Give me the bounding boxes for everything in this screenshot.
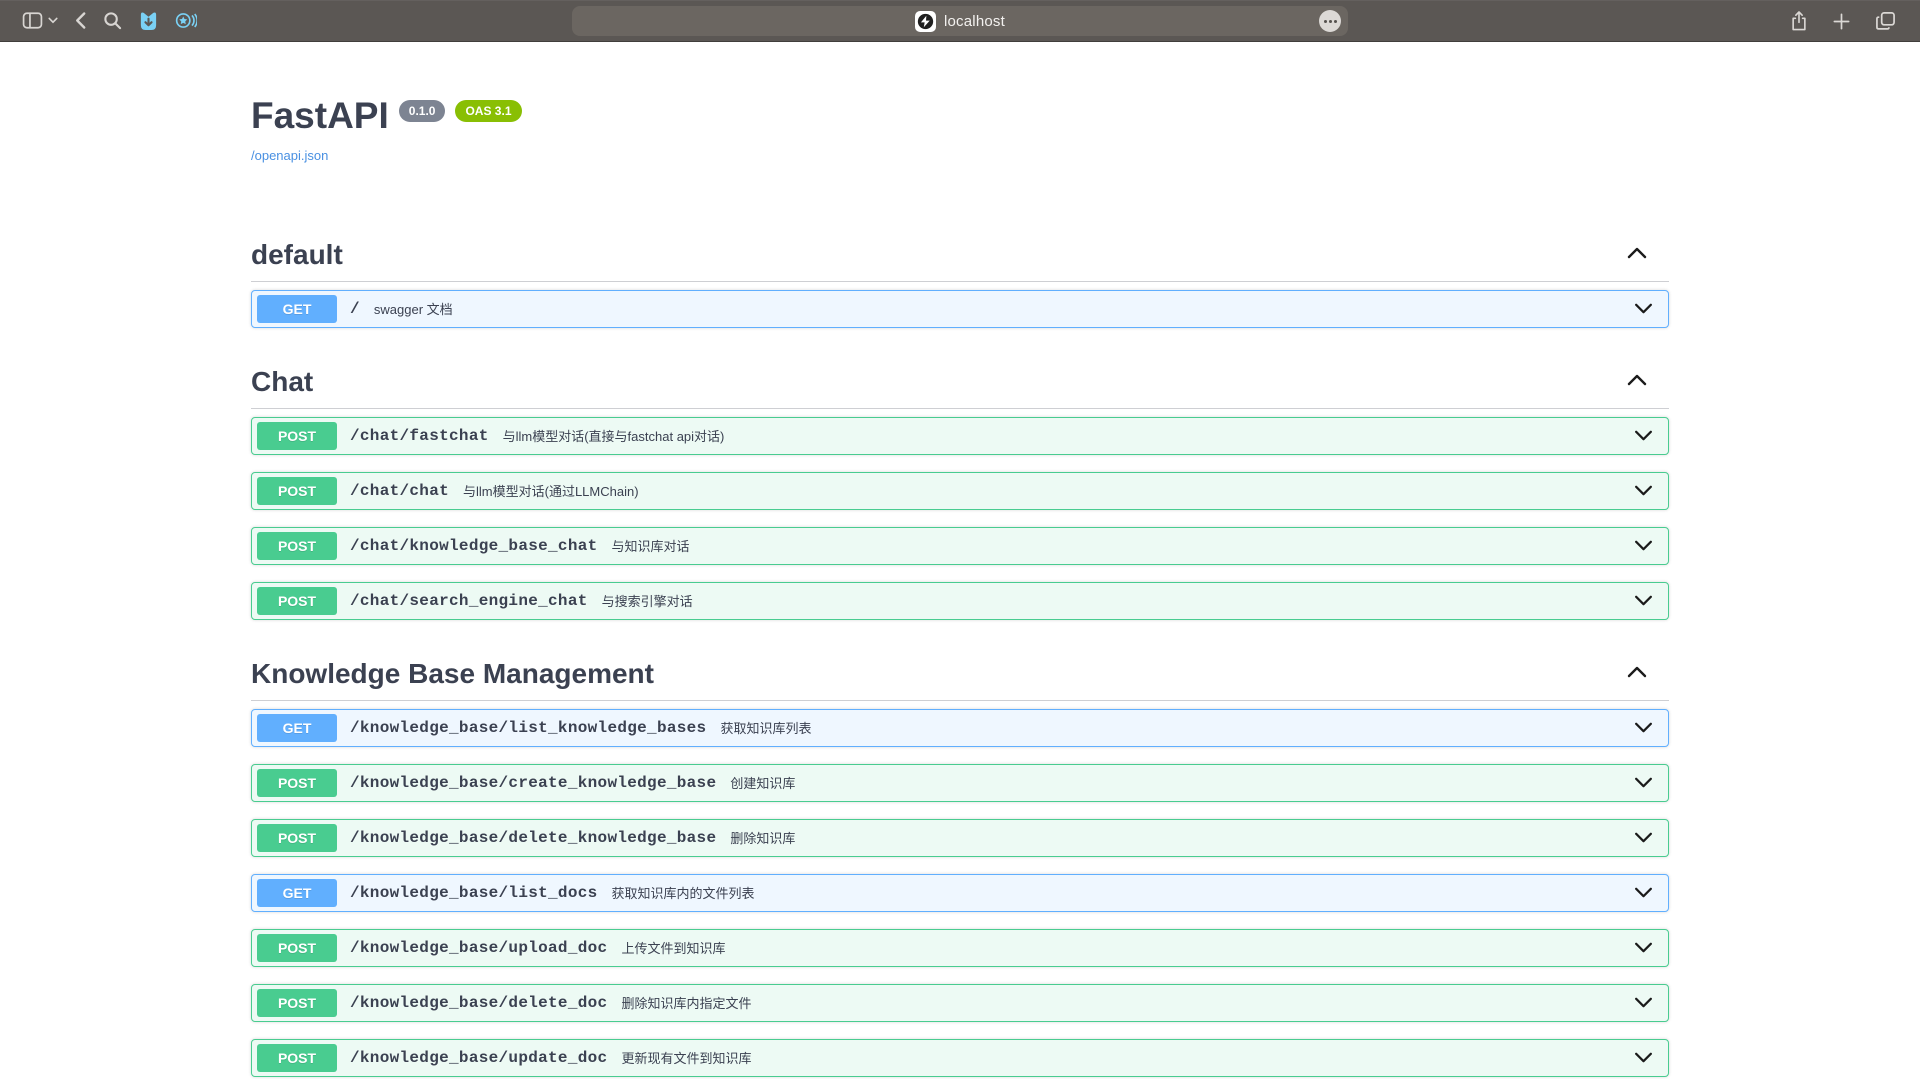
endpoint-row[interactable]: GET /knowledge_base/list_knowledge_bases… [251,709,1669,747]
endpoint-description: 获取知识库内的文件列表 [612,883,755,902]
api-sections: default GET / swagger 文档 Chat [251,221,1669,1079]
tag-header[interactable]: Knowledge Base Management [251,650,1669,701]
endpoint-description: 与llm模型对话(直接与fastchat api对话) [503,426,725,445]
endpoint-path: /knowledge_base/list_docs [350,884,598,902]
endpoint-path: /chat/chat [350,482,449,500]
endpoint-description: 删除知识库内指定文件 [621,993,751,1012]
chevron-up-icon[interactable] [1627,373,1647,391]
tag-section: Chat POST /chat/fastchat 与llm模型对话(直接与fas… [251,348,1669,620]
tag-header[interactable]: Chat [251,358,1669,409]
endpoint-description: 与知识库对话 [612,536,690,555]
endpoint-row[interactable]: GET / swagger 文档 [251,290,1669,328]
chevron-up-icon[interactable] [1627,665,1647,683]
endpoint-row[interactable]: POST /chat/knowledge_base_chat 与知识库对话 [251,527,1669,565]
method-badge: POST [257,769,337,797]
method-badge: POST [257,934,337,962]
bookmark-extension-icon[interactable] [138,11,159,31]
chevron-down-icon[interactable] [1634,722,1653,733]
chevron-down-icon[interactable] [1634,540,1653,551]
chevron-down-icon[interactable] [1634,1052,1653,1063]
tab-overview-icon[interactable] [1875,11,1896,31]
endpoint-path: /chat/search_engine_chat [350,592,588,610]
url-text: localhost [944,13,1005,30]
endpoint-description: 创建知识库 [730,773,795,792]
api-info: FastAPI 0.1.0 OAS 3.1 /openapi.json [251,96,1669,165]
tag-title: Chat [251,366,313,398]
endpoint-path: /knowledge_base/delete_doc [350,994,607,1012]
reader-extension-icon[interactable] [175,11,197,30]
method-badge: POST [257,477,337,505]
oas-badge: OAS 3.1 [455,100,521,122]
new-tab-icon[interactable] [1832,12,1851,31]
endpoint-path: /knowledge_base/create_knowledge_base [350,774,716,792]
sidebar-toggle-button[interactable] [22,12,43,29]
opblock-list: GET /knowledge_base/list_knowledge_bases… [251,701,1669,1079]
method-badge: POST [257,532,337,560]
endpoint-row[interactable]: POST /knowledge_base/update_doc 更新现有文件到知… [251,1039,1669,1077]
chevron-down-icon[interactable] [1634,485,1653,496]
endpoint-row[interactable]: POST /knowledge_base/delete_doc 删除知识库内指定… [251,984,1669,1022]
chevron-down-icon[interactable] [1634,942,1653,953]
endpoint-path: /chat/knowledge_base_chat [350,537,598,555]
endpoint-description: 上传文件到知识库 [621,938,725,957]
search-icon[interactable] [103,11,122,30]
endpoint-row[interactable]: POST /chat/search_engine_chat 与搜索引擎对话 [251,582,1669,620]
chevron-down-icon[interactable] [1634,303,1653,314]
endpoint-description: 与搜索引擎对话 [602,591,693,610]
tag-title: Knowledge Base Management [251,658,654,690]
share-icon[interactable] [1790,10,1808,32]
chevron-down-icon[interactable] [1634,887,1653,898]
method-badge: POST [257,989,337,1017]
sidebar-chevron-down-icon[interactable] [48,17,58,24]
endpoint-row[interactable]: POST /chat/fastchat 与llm模型对话(直接与fastchat… [251,417,1669,455]
endpoint-description: 获取知识库列表 [720,718,811,737]
endpoint-path: /chat/fastchat [350,427,489,445]
endpoint-row[interactable]: POST /knowledge_base/create_knowledge_ba… [251,764,1669,802]
page-title: FastAPI [251,96,389,137]
opblock-list: POST /chat/fastchat 与llm模型对话(直接与fastchat… [251,409,1669,620]
method-badge: GET [257,879,337,907]
endpoint-path: / [350,300,360,318]
endpoint-path: /knowledge_base/delete_knowledge_base [350,829,716,847]
page-settings-icon[interactable] [1319,10,1341,32]
endpoint-description: 删除知识库 [730,828,795,847]
chevron-down-icon[interactable] [1634,430,1653,441]
endpoint-row[interactable]: GET /knowledge_base/list_docs 获取知识库内的文件列… [251,874,1669,912]
tag-header[interactable]: default [251,231,1669,282]
openapi-spec-link[interactable]: /openapi.json [251,148,328,163]
swagger-page: FastAPI 0.1.0 OAS 3.1 /openapi.json defa… [0,42,1920,1079]
version-badge: 0.1.0 [399,100,446,122]
endpoint-path: /knowledge_base/update_doc [350,1049,607,1067]
tag-title: default [251,239,343,271]
chevron-down-icon[interactable] [1634,832,1653,843]
endpoint-path: /knowledge_base/list_knowledge_bases [350,719,706,737]
endpoint-description: 与llm模型对话(通过LLMChain) [463,481,639,500]
browser-toolbar: localhost [0,0,1920,42]
chevron-up-icon[interactable] [1627,246,1647,264]
chevron-down-icon[interactable] [1634,595,1653,606]
endpoint-description: swagger 文档 [374,299,453,318]
opblock-list: GET / swagger 文档 [251,282,1669,328]
endpoint-description: 更新现有文件到知识库 [621,1048,751,1067]
method-badge: POST [257,1044,337,1072]
chevron-down-icon[interactable] [1634,997,1653,1008]
method-badge: POST [257,422,337,450]
endpoint-row[interactable]: POST /chat/chat 与llm模型对话(通过LLMChain) [251,472,1669,510]
method-badge: GET [257,714,337,742]
address-bar[interactable]: localhost [572,6,1348,36]
back-button[interactable] [74,11,87,30]
method-badge: POST [257,824,337,852]
fastapi-favicon [915,11,936,32]
endpoint-row[interactable]: POST /knowledge_base/upload_doc 上传文件到知识库 [251,929,1669,967]
chevron-down-icon[interactable] [1634,777,1653,788]
method-badge: POST [257,587,337,615]
endpoint-path: /knowledge_base/upload_doc [350,939,607,957]
tag-section: Knowledge Base Management GET /knowledge… [251,640,1669,1079]
method-badge: GET [257,295,337,323]
endpoint-row[interactable]: POST /knowledge_base/delete_knowledge_ba… [251,819,1669,857]
tag-section: default GET / swagger 文档 [251,221,1669,328]
